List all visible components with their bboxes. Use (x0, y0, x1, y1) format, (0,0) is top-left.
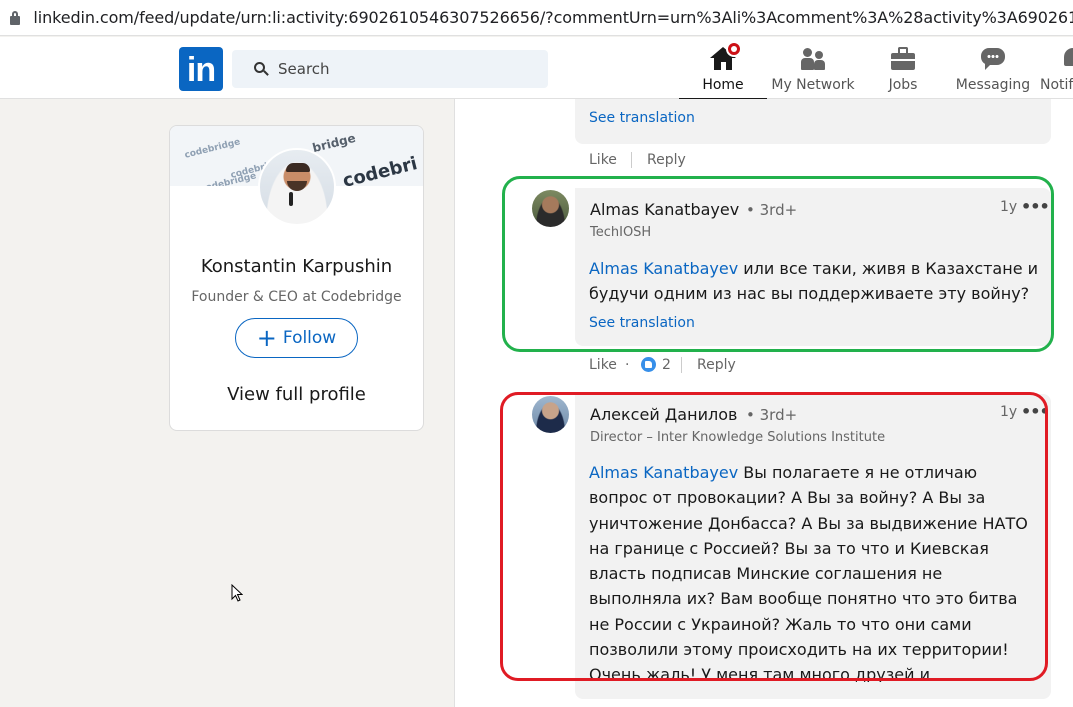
reply-button[interactable]: Reply (647, 152, 686, 168)
divider (631, 152, 632, 168)
home-icon (709, 41, 742, 71)
comment-time: 1y (1000, 404, 1018, 420)
see-translation-link[interactable]: See translation (589, 110, 695, 126)
mention-link[interactable]: Almas Kanatbayev (589, 259, 738, 278)
mention-link[interactable]: Almas Kanatbayev (589, 463, 738, 482)
nav-item-home[interactable]: Home (679, 37, 767, 100)
lock-icon (8, 10, 21, 26)
more-options-icon[interactable]: ••• (1021, 197, 1050, 216)
nav-item-notifications[interactable]: Notifi (1040, 37, 1073, 99)
comment-time: 1y (1000, 199, 1018, 215)
nav-label: My Network (771, 77, 855, 93)
nav-item-jobs[interactable]: Jobs (872, 37, 934, 99)
url-text[interactable]: linkedin.com/feed/update/urn:li:activity… (33, 8, 1073, 27)
plus-icon: + (256, 324, 277, 352)
reply-button[interactable]: Reply (697, 357, 736, 373)
cover-text: bridge (310, 130, 357, 156)
top-navigation: in Home My Network Jobs Messaging Notifi (0, 37, 1073, 100)
commenter-avatar[interactable] (532, 190, 569, 227)
follow-button[interactable]: + Follow (235, 318, 358, 358)
jobs-icon (889, 45, 917, 71)
address-bar[interactable]: linkedin.com/feed/update/urn:li:activity… (0, 0, 1073, 36)
search-icon (254, 62, 269, 76)
linkedin-logo[interactable]: in (179, 47, 223, 91)
like-button[interactable]: Like (589, 152, 617, 168)
search-input[interactable] (278, 60, 528, 78)
search-box[interactable] (232, 50, 548, 88)
notification-badge (726, 41, 742, 57)
comment-text: Almas Kanatbayev Вы полагаете я не отлич… (589, 460, 1039, 682)
comment-text: Almas Kanatbayev или все таки, живя в Ка… (589, 256, 1039, 307)
like-reaction-icon (641, 357, 656, 372)
nav-label: Notifi (1040, 77, 1073, 93)
reaction-count[interactable]: 2 (662, 357, 671, 373)
connection-degree: • 3rd+ (746, 201, 798, 219)
bell-icon (1060, 45, 1073, 71)
commenter-avatar[interactable] (532, 396, 569, 433)
mouse-cursor-icon (231, 584, 243, 602)
connection-degree: • 3rd+ (746, 406, 798, 424)
profile-avatar[interactable] (258, 148, 336, 226)
comment-body: Вы полагаете я не отличаю вопрос от пров… (589, 463, 1028, 682)
comment-author[interactable]: Алексей Данилов (590, 405, 737, 424)
nav-label: Home (702, 77, 744, 93)
nav-label: Messaging (955, 77, 1031, 93)
network-icon (799, 45, 827, 71)
comment-author[interactable]: Almas Kanatbayev (590, 200, 739, 219)
profile-name[interactable]: Konstantin Karpushin (170, 256, 423, 277)
nav-label: Jobs (888, 77, 918, 93)
cover-text: codebridge (183, 137, 242, 161)
nav-item-messaging[interactable]: Messaging (953, 37, 1033, 99)
divider (681, 357, 682, 373)
more-options-icon[interactable]: ••• (1021, 402, 1050, 421)
comment-author-headline: TechIOSH (590, 225, 652, 240)
like-button[interactable]: Like (589, 357, 617, 373)
profile-card: codebri bridge codebridge codebridge cod… (169, 125, 424, 431)
cover-text: codebri (340, 153, 420, 186)
see-translation-link[interactable]: See translation (589, 315, 695, 331)
nav-item-my-network[interactable]: My Network (768, 37, 858, 99)
profile-headline: Founder & CEO at Codebridge (191, 289, 402, 305)
view-full-profile-link[interactable]: View full profile (170, 384, 423, 405)
messaging-icon (979, 45, 1007, 71)
separator-dot: · (625, 357, 630, 373)
follow-label: Follow (282, 328, 337, 348)
cover-text: codebridge (199, 171, 258, 186)
comment-author-headline: Director – Inter Knowledge Solutions Ins… (590, 430, 886, 445)
